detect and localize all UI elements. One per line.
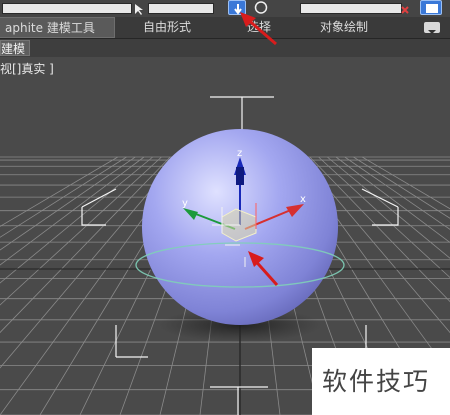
ribbon-tab-row: aphite 建模工具 自由形式 选择 对象绘制 xyxy=(0,17,450,39)
magnet-icon[interactable] xyxy=(400,2,410,14)
viewport-label[interactable]: 视[]真实 ] xyxy=(0,60,54,77)
z-axis-cone-icon[interactable] xyxy=(236,167,244,185)
select-move-icon[interactable] xyxy=(132,1,146,15)
toolbar-dropdown[interactable] xyxy=(148,3,214,14)
grid-line xyxy=(0,156,162,306)
annotation-arrow-toolbar xyxy=(240,12,277,46)
layer-button[interactable] xyxy=(420,0,442,15)
grid-line xyxy=(0,156,119,227)
toolbar-field-right[interactable] xyxy=(300,3,402,14)
ribbon-options-icon[interactable] xyxy=(424,22,440,34)
grid-line xyxy=(0,156,153,284)
tab-modeling[interactable]: 建模 xyxy=(0,40,31,56)
y-axis-label: y xyxy=(182,198,188,209)
tab-graphite-modeling[interactable]: aphite 建模工具 xyxy=(0,17,115,38)
grid-line xyxy=(0,156,171,334)
bracket-line xyxy=(210,386,268,415)
bracket-line xyxy=(81,188,117,226)
grid-line xyxy=(0,156,145,266)
main-toolbar xyxy=(0,0,450,18)
ribbon-subpanel-row: 建模 xyxy=(0,39,450,57)
tab-freeform[interactable]: 自由形式 xyxy=(143,17,191,38)
toolbar-field-left[interactable] xyxy=(2,3,132,14)
bracket-line xyxy=(361,188,399,226)
watermark-text: 软件技巧 xyxy=(312,348,450,415)
z-axis-label: z xyxy=(237,148,242,159)
tab-object-paint[interactable]: 对象绘制 xyxy=(320,17,368,38)
x-axis-label: x xyxy=(300,194,306,205)
